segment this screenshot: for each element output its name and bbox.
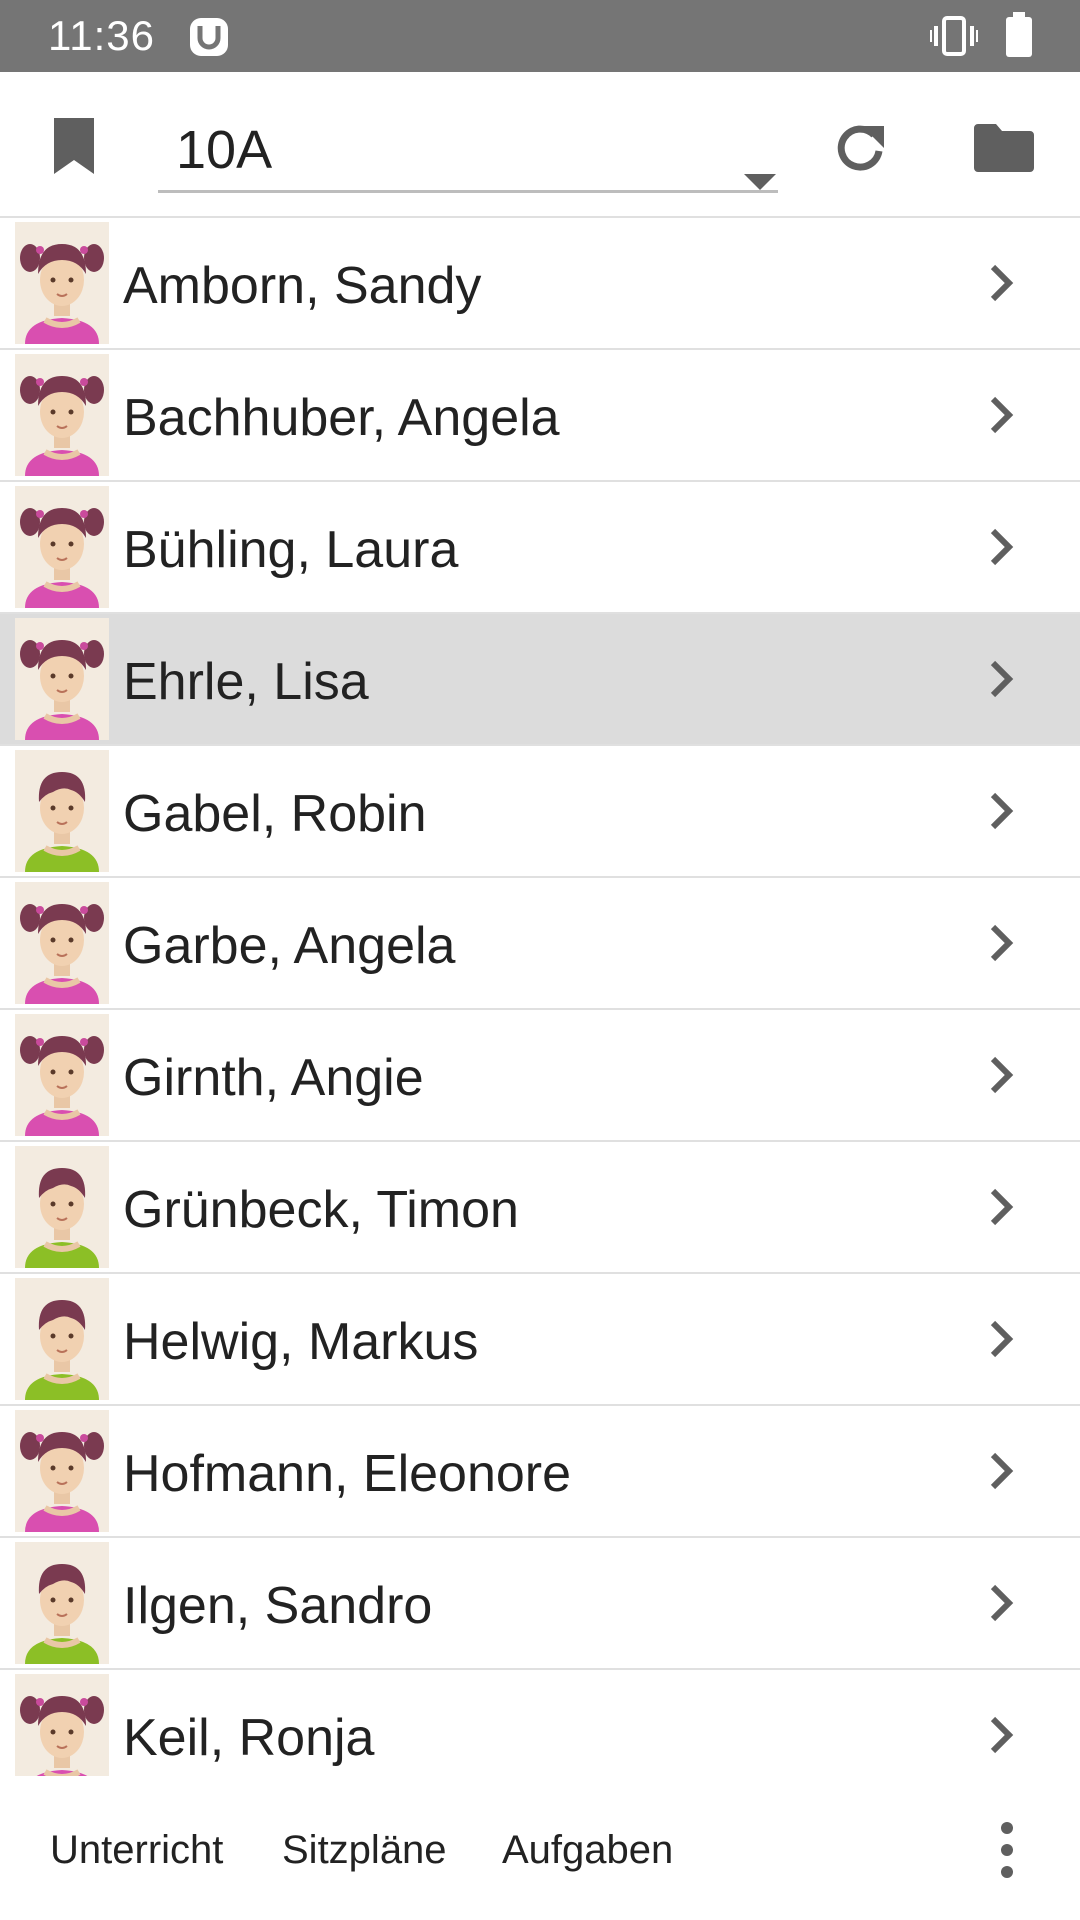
folder-icon[interactable] bbox=[972, 122, 1036, 174]
student-name: Bühling, Laura bbox=[123, 521, 459, 579]
class-select-value: 10A bbox=[176, 120, 273, 180]
girl-avatar-icon bbox=[20, 904, 104, 1004]
vibrate-icon bbox=[930, 16, 978, 56]
battery-icon bbox=[1006, 12, 1032, 57]
avatar bbox=[15, 486, 109, 608]
avatar bbox=[15, 750, 109, 872]
boy-avatar-icon bbox=[25, 1300, 99, 1400]
student-name: Bachhuber, Angela bbox=[123, 389, 560, 447]
student-row[interactable]: Helwig, Markus bbox=[0, 1274, 1080, 1406]
avatar bbox=[15, 618, 109, 740]
chevron-right-icon bbox=[990, 528, 1014, 566]
student-row[interactable]: Amborn, Sandy bbox=[0, 218, 1080, 350]
chevron-right-icon bbox=[990, 396, 1014, 434]
avatar bbox=[15, 1674, 109, 1778]
chevron-right-icon bbox=[990, 1716, 1014, 1754]
girl-avatar-icon bbox=[20, 376, 104, 476]
girl-avatar-icon bbox=[20, 508, 104, 608]
class-select[interactable]: 10A bbox=[158, 106, 778, 193]
avatar bbox=[15, 882, 109, 1004]
chevron-right-icon bbox=[990, 1320, 1014, 1358]
tab-unterricht[interactable]: Unterricht bbox=[50, 1826, 223, 1874]
chevron-right-icon bbox=[990, 1452, 1014, 1490]
girl-avatar-icon bbox=[20, 1696, 104, 1778]
student-name: Ehrle, Lisa bbox=[123, 653, 369, 711]
girl-avatar-icon bbox=[20, 640, 104, 740]
student-row[interactable]: Ilgen, Sandro bbox=[0, 1538, 1080, 1670]
student-row[interactable]: Bachhuber, Angela bbox=[0, 350, 1080, 482]
student-row[interactable]: Hofmann, Eleonore bbox=[0, 1406, 1080, 1538]
tab-aufgaben[interactable]: Aufgaben bbox=[502, 1826, 673, 1874]
student-row[interactable]: Garbe, Angela bbox=[0, 878, 1080, 1010]
boy-avatar-icon bbox=[25, 1564, 99, 1664]
student-name: Girnth, Angie bbox=[123, 1049, 424, 1107]
chevron-right-icon bbox=[990, 1188, 1014, 1226]
avatar bbox=[15, 1278, 109, 1400]
student-row[interactable]: Gabel, Robin bbox=[0, 746, 1080, 878]
student-row[interactable]: Girnth, Angie bbox=[0, 1010, 1080, 1142]
chevron-right-icon bbox=[990, 792, 1014, 830]
chevron-right-icon bbox=[990, 264, 1014, 302]
student-name: Hofmann, Eleonore bbox=[123, 1445, 572, 1503]
girl-avatar-icon bbox=[20, 1432, 104, 1532]
bookmark-icon[interactable] bbox=[50, 116, 98, 176]
avatar bbox=[15, 222, 109, 344]
dropdown-arrow-icon bbox=[744, 174, 776, 190]
refresh-icon[interactable] bbox=[832, 120, 890, 178]
avatar bbox=[15, 1410, 109, 1532]
app-notification-icon bbox=[190, 18, 228, 56]
student-name: Ilgen, Sandro bbox=[123, 1577, 433, 1635]
more-vert-icon[interactable] bbox=[990, 1820, 1024, 1880]
tab-sitzplaene[interactable]: Sitzpläne bbox=[282, 1826, 447, 1874]
student-name: Keil, Ronja bbox=[123, 1709, 375, 1767]
student-name: Amborn, Sandy bbox=[123, 257, 482, 315]
status-bar: 11:36 bbox=[0, 0, 1080, 72]
boy-avatar-icon bbox=[25, 772, 99, 872]
chevron-right-icon bbox=[990, 924, 1014, 962]
avatar bbox=[15, 1014, 109, 1136]
student-row[interactable]: Bühling, Laura bbox=[0, 482, 1080, 614]
student-name: Helwig, Markus bbox=[123, 1313, 479, 1371]
avatar bbox=[15, 1542, 109, 1664]
boy-avatar-icon bbox=[25, 1168, 99, 1268]
bottom-navigation: Unterricht Sitzpläne Aufgaben bbox=[0, 1776, 1080, 1920]
student-list: Amborn, Sandy Bachhuber, Angela Bühling, L… bbox=[0, 216, 1080, 1778]
student-name: Garbe, Angela bbox=[123, 917, 456, 975]
chevron-right-icon bbox=[990, 1584, 1014, 1622]
chevron-right-icon bbox=[990, 660, 1014, 698]
avatar bbox=[15, 1146, 109, 1268]
student-name: Grünbeck, Timon bbox=[123, 1181, 519, 1239]
girl-avatar-icon bbox=[20, 1036, 104, 1136]
student-row[interactable]: Ehrle, Lisa bbox=[0, 614, 1080, 746]
chevron-right-icon bbox=[990, 1056, 1014, 1094]
girl-avatar-icon bbox=[20, 244, 104, 344]
status-time: 11:36 bbox=[48, 12, 155, 59]
student-row[interactable]: Keil, Ronja bbox=[0, 1670, 1080, 1778]
avatar bbox=[15, 354, 109, 476]
student-name: Gabel, Robin bbox=[123, 785, 427, 843]
student-row[interactable]: Grünbeck, Timon bbox=[0, 1142, 1080, 1274]
toolbar: 10A bbox=[0, 72, 1080, 216]
